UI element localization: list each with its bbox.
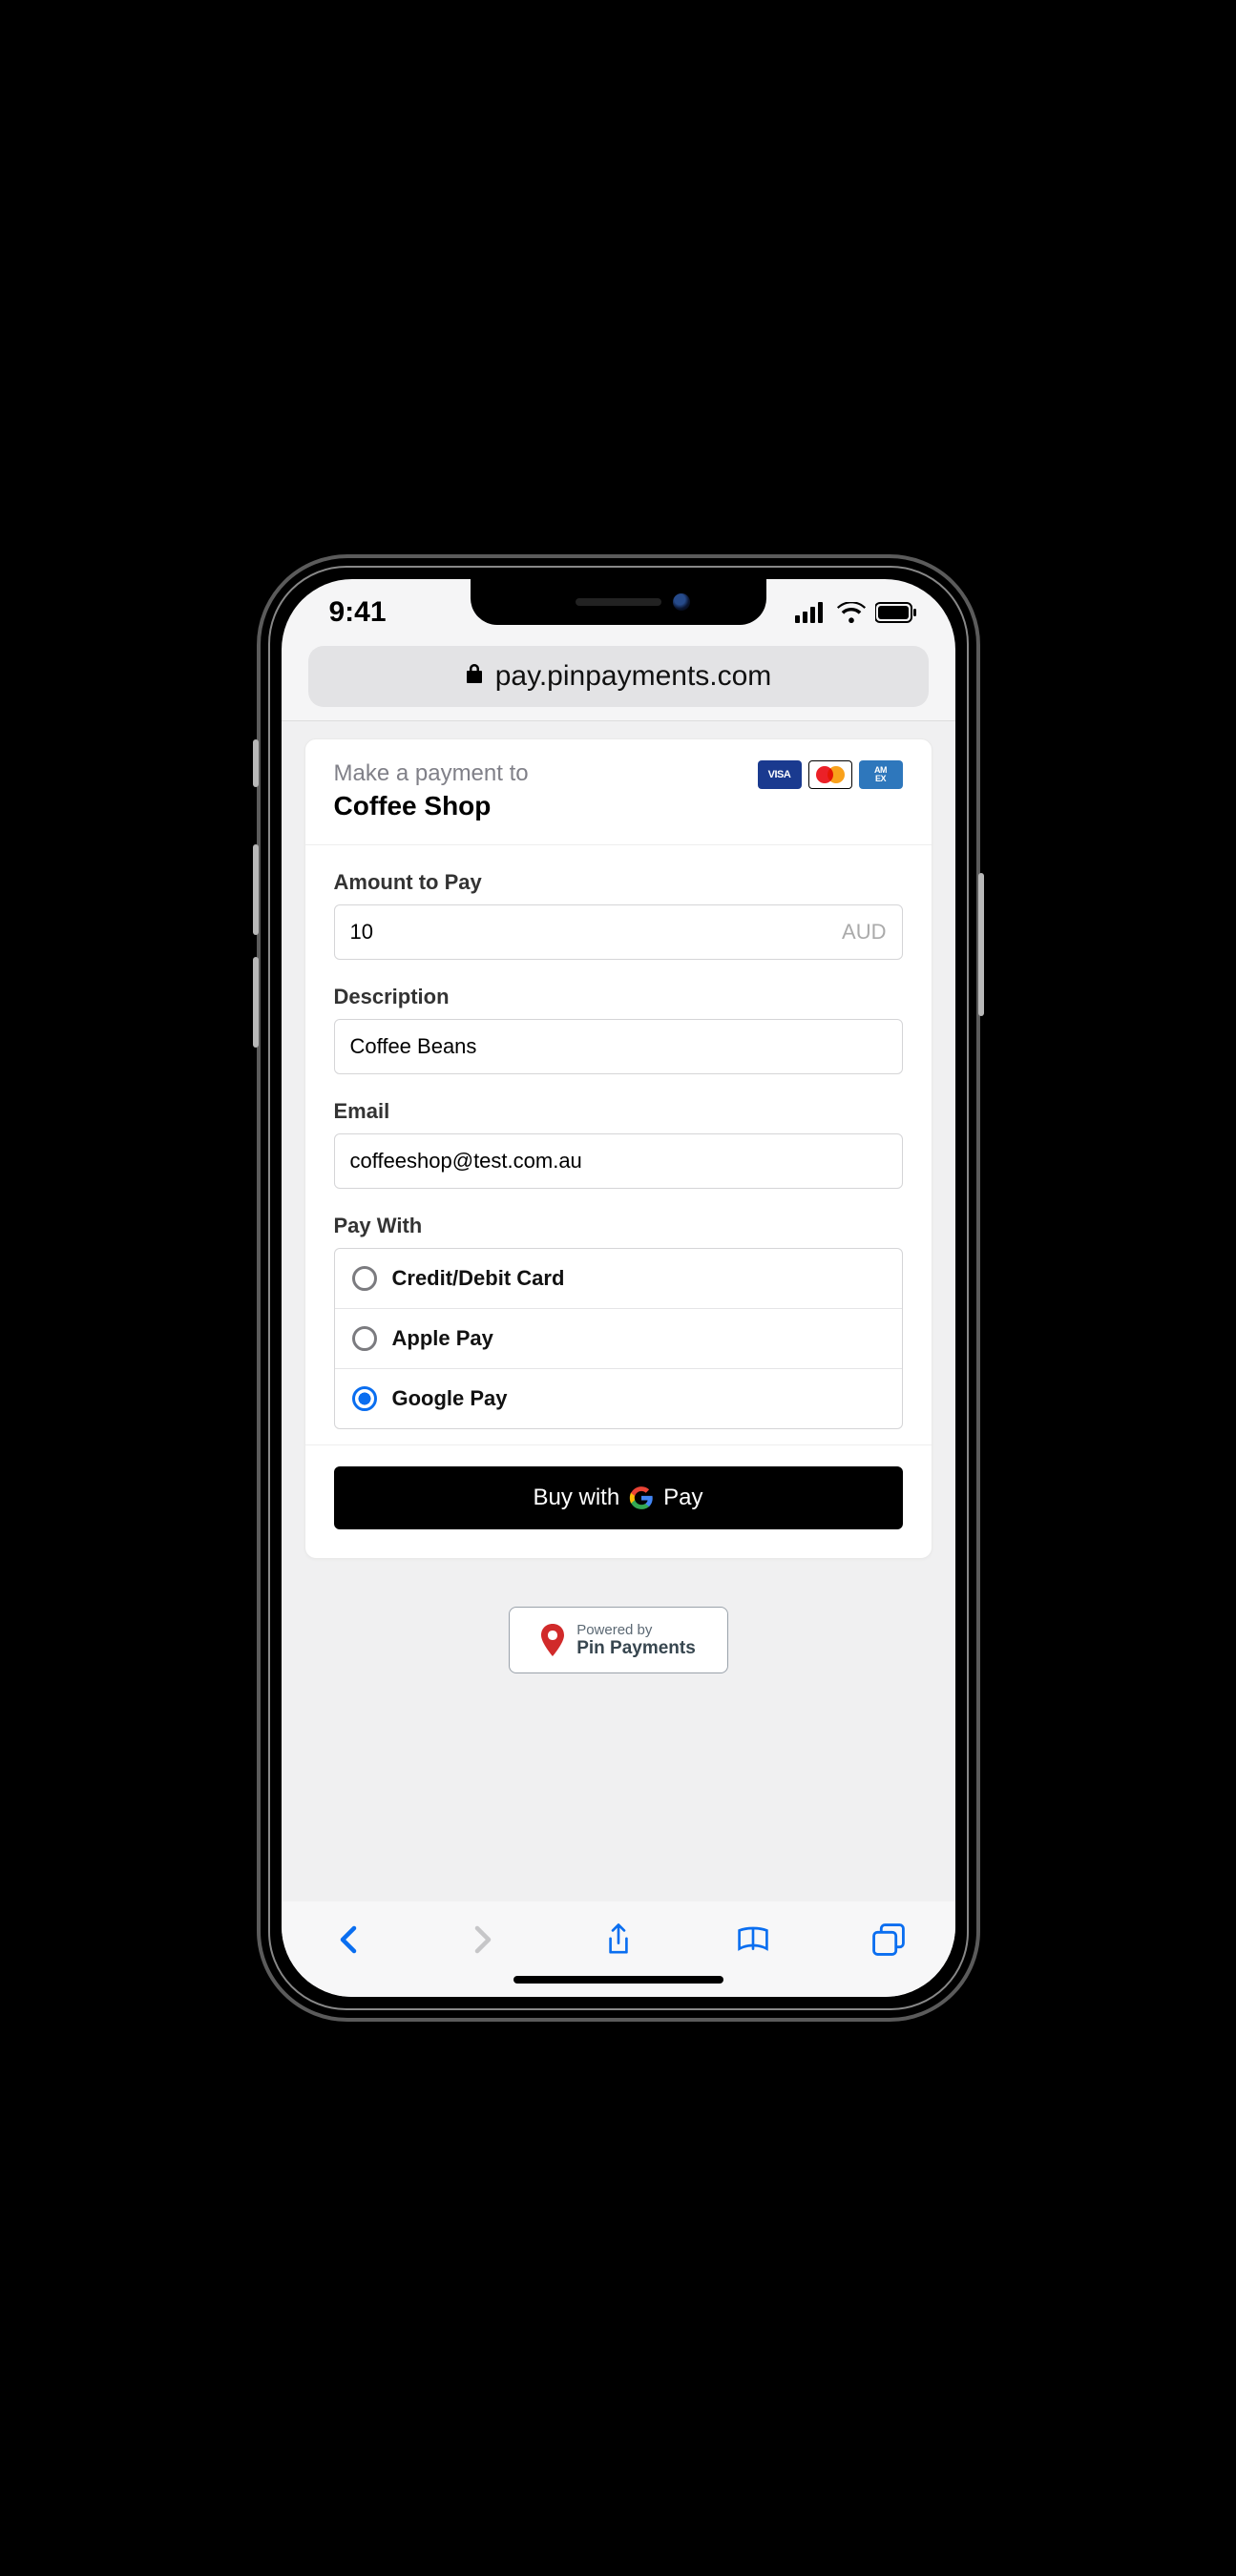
amex-logo: AMEX <box>859 760 903 789</box>
google-pay-button[interactable]: Buy with Pay <box>334 1466 903 1529</box>
powered-by-line2: Pin Payments <box>576 1638 696 1659</box>
share-button[interactable] <box>599 1921 638 1959</box>
volume-up-button <box>253 844 259 935</box>
volume-down-button <box>253 957 259 1048</box>
gpay-suffix: Pay <box>663 1485 702 1511</box>
power-button <box>978 873 984 1016</box>
email-value[interactable] <box>350 1134 887 1188</box>
accepted-cards: VISA AMEX <box>758 760 903 789</box>
mute-switch <box>253 739 259 787</box>
notch <box>471 579 766 625</box>
address-bar[interactable]: pay.pinpayments.com <box>308 646 929 707</box>
front-camera <box>673 593 690 611</box>
status-time: 9:41 <box>329 596 387 629</box>
speaker-grille <box>576 598 661 606</box>
paywith-option-card[interactable]: Credit/Debit Card <box>335 1249 902 1309</box>
paywith-option-apple[interactable]: Apple Pay <box>335 1309 902 1369</box>
powered-by-badge[interactable]: Powered by Pin Payments <box>509 1607 728 1673</box>
payment-card: Make a payment to Coffee Shop VISA AMEX … <box>304 738 932 1559</box>
page-content: Make a payment to Coffee Shop VISA AMEX … <box>282 720 955 1901</box>
amount-input[interactable]: AUD <box>334 904 903 960</box>
forward-button[interactable] <box>464 1921 502 1959</box>
paywith-option-label: Credit/Debit Card <box>392 1266 565 1291</box>
bookmarks-button[interactable] <box>734 1921 772 1959</box>
phone-frame: 9:41 <box>257 554 980 2022</box>
browser-toolbar <box>282 1901 955 1997</box>
paywith-option-label: Google Pay <box>392 1386 508 1411</box>
paywith-group: Credit/Debit Card Apple Pay Google Pay <box>334 1248 903 1429</box>
paywith-option-google[interactable]: Google Pay <box>335 1369 902 1428</box>
paywith-option-label: Apple Pay <box>392 1326 493 1351</box>
wifi-icon <box>837 602 866 623</box>
google-g-icon <box>629 1485 654 1510</box>
payment-prompt: Make a payment to <box>334 760 529 787</box>
gpay-prefix: Buy with <box>533 1485 619 1511</box>
tabs-button[interactable] <box>869 1921 908 1959</box>
description-label: Description <box>334 985 903 1009</box>
amount-currency: AUD <box>842 920 886 945</box>
battery-icon <box>875 602 917 623</box>
home-indicator[interactable] <box>513 1976 723 1984</box>
email-label: Email <box>334 1099 903 1124</box>
address-bar-url: pay.pinpayments.com <box>495 660 772 693</box>
pin-payments-logo-icon <box>540 1624 565 1656</box>
email-input[interactable] <box>334 1133 903 1189</box>
description-value[interactable] <box>350 1020 887 1073</box>
radio-icon <box>352 1326 377 1351</box>
mastercard-logo <box>808 760 852 789</box>
paywith-label: Pay With <box>334 1214 903 1238</box>
amount-label: Amount to Pay <box>334 870 903 895</box>
radio-icon <box>352 1386 377 1411</box>
lock-icon <box>465 660 484 693</box>
back-button[interactable] <box>329 1921 367 1959</box>
description-input[interactable] <box>334 1019 903 1074</box>
radio-icon <box>352 1266 377 1291</box>
powered-by-line1: Powered by <box>576 1622 696 1638</box>
visa-logo: VISA <box>758 760 802 789</box>
cellular-signal-icon <box>795 602 827 623</box>
merchant-name: Coffee Shop <box>334 791 529 821</box>
amount-value[interactable] <box>350 905 843 959</box>
